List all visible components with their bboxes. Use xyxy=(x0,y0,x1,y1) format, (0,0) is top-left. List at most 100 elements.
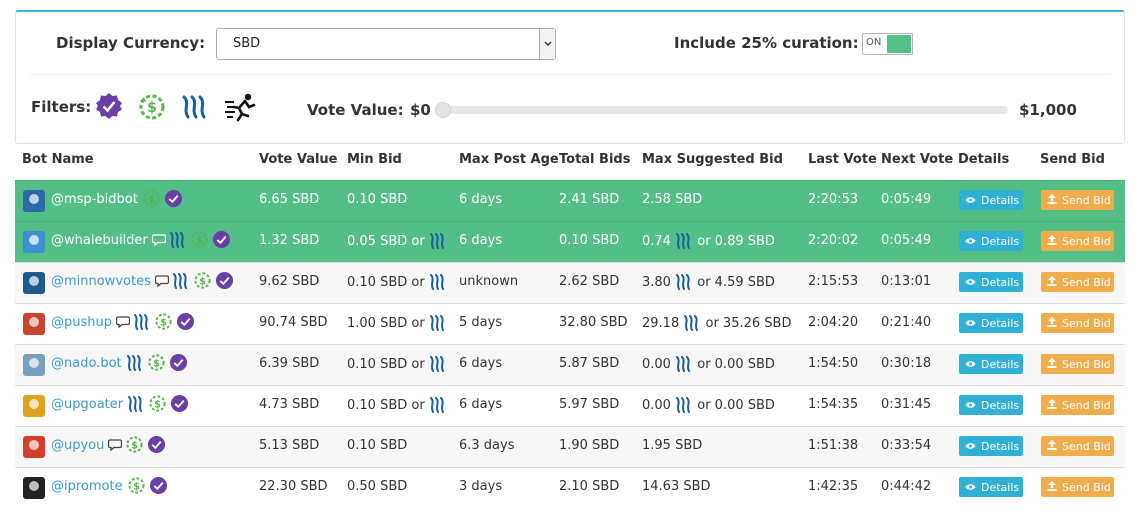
last-vote-cell: 1:54:35 xyxy=(808,397,859,412)
details-label: Details xyxy=(981,275,1020,289)
bot-avatar xyxy=(22,230,46,254)
bot-name-link[interactable]: @whalebuilder xyxy=(51,233,148,248)
details-button[interactable]: Details xyxy=(959,272,1023,292)
max-bid-amount: 0.00 xyxy=(642,397,671,413)
vote-value-cell: 9.62 SBD xyxy=(259,274,320,289)
details-button[interactable]: Details xyxy=(959,395,1023,415)
eye-icon xyxy=(965,194,976,207)
bot-badges: $ xyxy=(152,230,231,249)
details-label: Details xyxy=(981,234,1020,248)
header-send-bid: Send Bid xyxy=(1040,152,1105,167)
eye-icon xyxy=(965,399,976,412)
bot-name-link[interactable]: @msp-bidbot xyxy=(51,192,138,207)
details-button[interactable]: Details xyxy=(959,354,1023,374)
toggle-knob xyxy=(887,35,911,53)
header-vote-value[interactable]: Vote Value xyxy=(259,152,338,167)
refund-icon[interactable]: $ xyxy=(137,92,167,126)
send-bid-button[interactable]: Send Bid xyxy=(1041,477,1114,497)
details-button[interactable]: Details xyxy=(959,313,1023,333)
header-min-bid[interactable]: Min Bid xyxy=(347,152,402,167)
last-vote-cell: 2:20:53 xyxy=(808,192,859,207)
header-last-vote[interactable]: Last Vote xyxy=(808,152,877,167)
details-button[interactable]: Details xyxy=(959,190,1023,210)
header-next-vote[interactable]: Next Vote xyxy=(881,152,953,167)
bot-name-link[interactable]: @upyou xyxy=(51,438,104,453)
max-suggested-bid-cell: 0.00 or 0.00 SBD xyxy=(642,397,775,413)
bot-name-link[interactable]: @ipromote xyxy=(51,479,123,494)
min-bid-cell: 0.10 SBD xyxy=(347,438,407,453)
steem-icon[interactable] xyxy=(181,95,211,123)
next-vote-cell: 0:13:01 xyxy=(881,274,932,289)
header-bot-name[interactable]: Bot Name xyxy=(22,152,94,167)
bot-avatar xyxy=(22,312,46,336)
currency-select[interactable]: SBD xyxy=(216,28,556,60)
details-button[interactable]: Details xyxy=(959,436,1023,456)
comment-icon xyxy=(116,314,130,330)
table-row: @nado.bot $6.39 SBD 0.10 SBD or 6 days 5.87… xyxy=(15,344,1125,385)
max-post-age-cell: 6 days xyxy=(459,192,503,207)
total-bids-cell: 0.10 SBD xyxy=(559,233,620,248)
bot-name-link[interactable]: @pushup xyxy=(51,315,112,330)
vote-value-slider[interactable] xyxy=(435,102,1008,118)
refund-icon: $ xyxy=(193,271,212,290)
fast-runner-icon[interactable] xyxy=(224,92,258,126)
total-bids-cell: 32.80 SBD xyxy=(559,315,628,330)
send-bid-button[interactable]: Send Bid xyxy=(1041,354,1114,374)
max-bid-amount: 3.80 xyxy=(642,274,671,290)
table-row: @msp-bidbot $6.65 SBD 0.10 SBD 6 days 2.41 S… xyxy=(15,180,1125,221)
slider-handle[interactable] xyxy=(435,102,451,118)
min-bid-text: 0.10 SBD or xyxy=(347,274,425,290)
header-max-post-age[interactable]: Max Post Age xyxy=(459,152,559,167)
max-suggested-bid-cell: 1.95 SBD xyxy=(642,438,702,453)
steem-icon xyxy=(429,356,447,372)
last-vote-cell: 2:15:53 xyxy=(808,274,859,289)
bot-name-link[interactable]: @nado.bot xyxy=(51,356,122,371)
min-bid-cell: 0.05 SBD or xyxy=(347,233,447,249)
bot-badges: $ xyxy=(108,435,166,454)
svg-text:$: $ xyxy=(131,440,138,451)
max-bid-amount: 29.18 xyxy=(642,315,680,331)
max-bid-amount: 14.63 SBD xyxy=(642,479,711,494)
verified-icon xyxy=(149,476,168,495)
bot-avatar xyxy=(22,394,46,418)
header-max-suggested-bid[interactable]: Max Suggested Bid xyxy=(642,152,783,167)
curation-toggle[interactable]: ON xyxy=(862,33,913,55)
verified-icon xyxy=(169,353,188,372)
bot-name-link[interactable]: @upgoater xyxy=(51,397,123,412)
steem-icon xyxy=(126,354,144,371)
steem-icon xyxy=(429,233,447,249)
total-bids-cell: 1.90 SBD xyxy=(559,438,620,453)
max-bid-amount: 1.95 SBD xyxy=(642,438,703,453)
details-button[interactable]: Details xyxy=(959,231,1023,251)
send-bid-button[interactable]: Send Bid xyxy=(1041,272,1114,292)
details-button[interactable]: Details xyxy=(959,477,1023,497)
max-suggested-bid-cell: 0.00 or 0.00 SBD xyxy=(642,356,775,372)
next-vote-cell: 0:05:49 xyxy=(881,233,932,248)
details-label: Details xyxy=(981,480,1020,494)
refund-icon: $ xyxy=(147,353,166,372)
svg-text:$: $ xyxy=(160,317,167,328)
curation-toggle-label: ON xyxy=(866,37,882,48)
max-bid-amount: 2.58 SBD xyxy=(642,192,703,207)
max-bid-alt: or 4.59 SBD xyxy=(697,274,775,290)
upload-icon xyxy=(1047,480,1057,494)
refund-icon: $ xyxy=(148,394,167,413)
max-post-age-cell: 3 days xyxy=(459,479,503,494)
verified-icon[interactable] xyxy=(95,92,123,124)
last-vote-cell: 1:51:38 xyxy=(808,438,859,453)
send-bid-button[interactable]: Send Bid xyxy=(1041,436,1114,456)
send-bid-label: Send Bid xyxy=(1062,234,1111,248)
send-bid-button[interactable]: Send Bid xyxy=(1041,395,1114,415)
bot-name-link[interactable]: @minnowvotes xyxy=(51,274,151,289)
send-bid-button[interactable]: Send Bid xyxy=(1041,231,1114,251)
send-bid-button[interactable]: Send Bid xyxy=(1041,190,1114,210)
svg-text:$: $ xyxy=(196,235,203,246)
max-bid-alt: or 0.89 SBD xyxy=(697,233,775,249)
steem-icon xyxy=(133,313,151,330)
eye-icon xyxy=(965,235,976,248)
steem-icon xyxy=(127,395,145,412)
bot-badges: $ xyxy=(142,189,183,208)
header-total-bids[interactable]: Total Bids xyxy=(559,152,630,167)
last-vote-cell: 2:04:20 xyxy=(808,315,859,330)
send-bid-button[interactable]: Send Bid xyxy=(1041,313,1114,333)
